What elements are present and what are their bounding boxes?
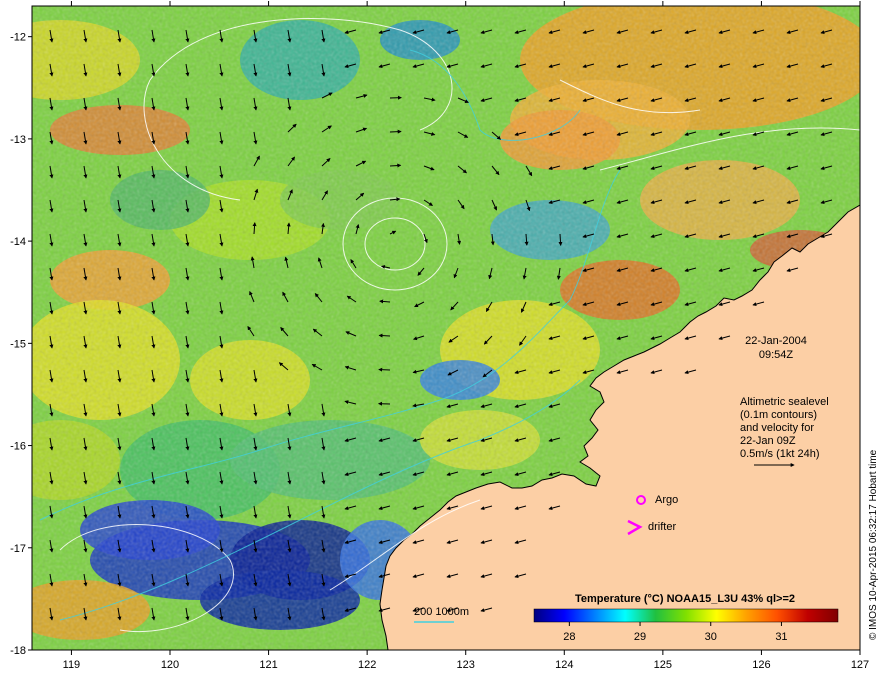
y-tick-label: -17 [10,543,26,555]
x-tick-label: 120 [161,659,179,671]
y-tick-label: -15 [10,338,26,350]
y-tick-label: -18 [10,645,26,657]
x-tick-label: 125 [654,659,672,671]
colorbar-tick-label: 29 [634,631,646,643]
y-tick-label: -14 [10,236,26,248]
date-label: 22-Jan-2004 [745,335,807,347]
bathymetry-legend-label: 200 1000m [414,606,469,618]
legend-line-5: 0.5m/s (1kt 24h) [740,448,819,460]
x-tick-label: 122 [358,659,376,671]
velocity-arrow [389,163,402,168]
x-tick-label: 124 [555,659,573,671]
x-tick-label: 121 [259,659,277,671]
legend-line-3: and velocity for [740,422,814,434]
credit-text: © IMOS 10-Apr-2015 06:32:17 Hobart time [868,449,879,640]
y-tick-label: -16 [10,441,26,453]
x-tick-label: 127 [851,659,869,671]
x-tick-label: 119 [63,659,81,671]
velocity-arrow [558,233,563,246]
velocity-arrow [378,333,391,338]
legend-line-4: 22-Jan 09Z [740,435,796,447]
y-tick-label: -13 [10,134,26,146]
sst-map: 119 120 121 122 123 124 125 126 127 -12 -13 -14 -15… [10,1,879,671]
colorbar-tick-label: 28 [563,631,575,643]
y-tick-label: -12 [10,32,26,44]
colorbar-gradient [533,608,839,623]
argo-label: Argo [655,494,678,506]
x-tick-label: 123 [457,659,475,671]
colorbar-title: Temperature (°C) NOAA15_L3U 43% ql>=2 [575,593,795,605]
drifter-label: drifter [648,521,676,533]
y-axis: -12 -13 -14 -15 -16 -17 -18 [10,32,32,657]
time-label: 09:54Z [759,349,794,361]
x-tick-label: 126 [752,659,770,671]
colorbar-tick-label: 30 [705,631,717,643]
colorbar-tick-label: 31 [775,631,787,643]
legend-line-1: Altimetric sealevel [740,396,829,408]
legend-line-2: (0.1m contours) [740,409,817,421]
